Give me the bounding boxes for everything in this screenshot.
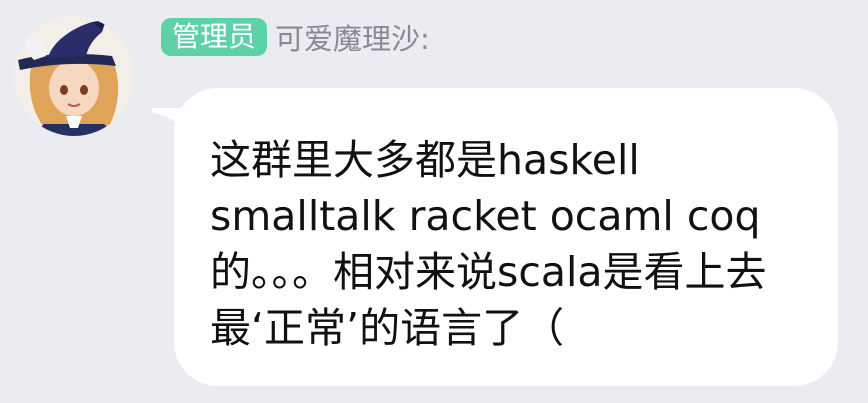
admin-badge: 管理员 — [161, 18, 268, 56]
avatar-icon — [14, 16, 134, 136]
message-text: 这群里大多都是haskell smalltalk racket ocaml co… — [210, 136, 767, 352]
message-header: 管理员 可爱魔理沙: — [161, 17, 430, 57]
avatar[interactable] — [14, 16, 134, 136]
message-bubble[interactable]: 这群里大多都是haskell smalltalk racket ocaml co… — [174, 88, 838, 386]
sender-name[interactable]: 可爱魔理沙: — [275, 16, 430, 58]
